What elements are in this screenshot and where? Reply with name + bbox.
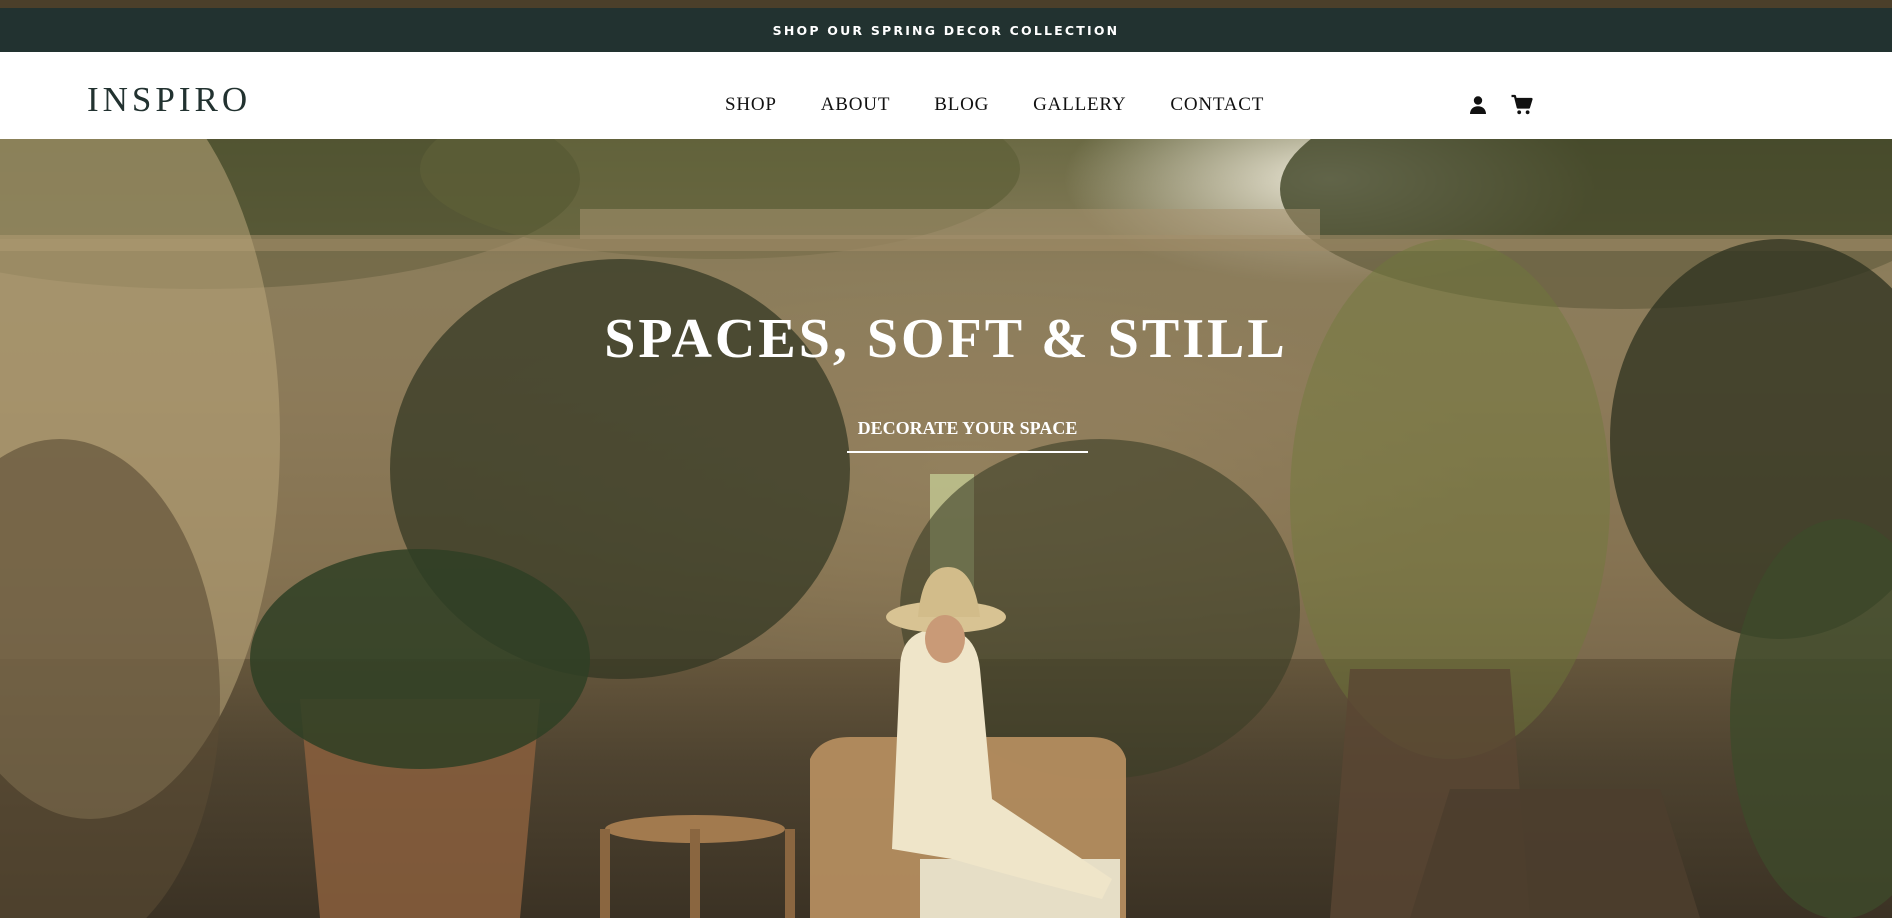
top-accent-rule — [0, 0, 1892, 8]
announcement-bar: SHOP OUR SPRING DECOR COLLECTION — [0, 8, 1892, 52]
nav-shop[interactable]: SHOP — [725, 94, 777, 116]
hero-title: SPACES, SOFT & STILL — [604, 308, 1288, 370]
nav-contact[interactable]: CONTACT — [1170, 94, 1264, 116]
nav-blog[interactable]: BLOG — [934, 94, 989, 116]
hero-image — [0, 139, 1892, 918]
hero-banner: SPACES, SOFT & STILL DECORATE YOUR SPACE — [0, 139, 1892, 918]
decorate-button[interactable]: DECORATE YOUR SPACE — [847, 418, 1088, 453]
header-icons — [1466, 93, 1534, 117]
main-nav: SHOP ABOUT BLOG GALLERY CONTACT — [725, 94, 1264, 116]
site-header: INSPIRO SHOP ABOUT BLOG GALLERY CONTACT — [0, 52, 1892, 139]
user-icon[interactable] — [1466, 93, 1490, 117]
site-logo[interactable]: INSPIRO — [87, 80, 251, 120]
nav-gallery[interactable]: GALLERY — [1033, 94, 1126, 116]
cart-icon[interactable] — [1510, 93, 1534, 117]
announcement-link[interactable]: SHOP OUR SPRING DECOR COLLECTION — [773, 23, 1120, 38]
nav-about[interactable]: ABOUT — [821, 94, 890, 116]
